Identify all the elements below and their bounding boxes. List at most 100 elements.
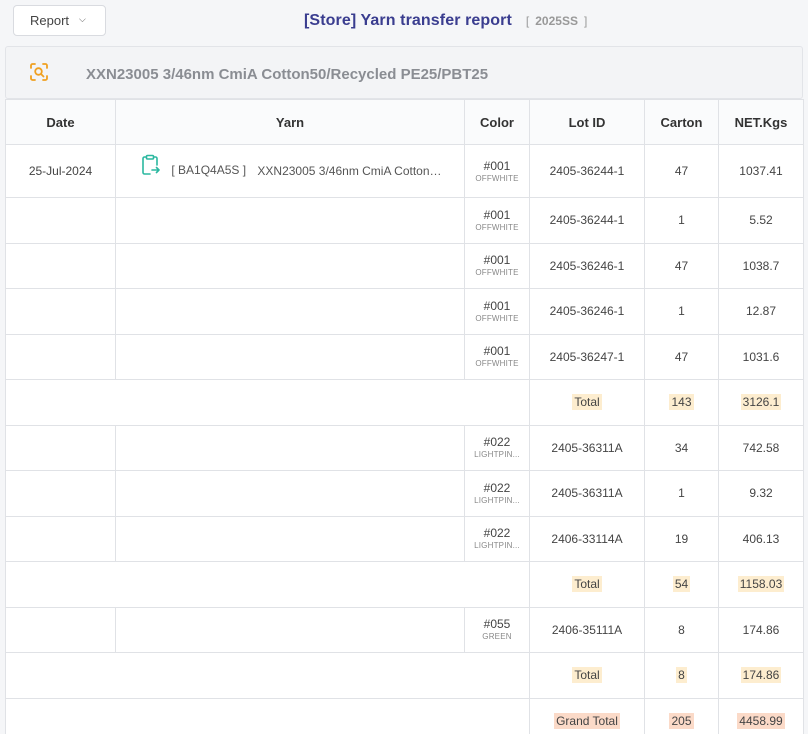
color-cell: #001 OFFWHITE bbox=[464, 242, 530, 289]
column-header-net-kgs[interactable]: NET.Kgs bbox=[718, 99, 804, 145]
chevron-down-icon: ⌵ bbox=[79, 14, 86, 24]
net-kgs-cell: 12.87 bbox=[718, 288, 804, 335]
yarn-cell bbox=[115, 424, 465, 471]
date-cell bbox=[5, 242, 116, 289]
transfer-table: Date Yarn Color Lot ID Carton NET.Kgs 25… bbox=[5, 99, 804, 734]
color-code: #022 bbox=[483, 526, 511, 541]
color-cell: #022 LIGHTPIN... bbox=[464, 515, 530, 562]
yarn-cell bbox=[115, 242, 465, 289]
report-button-label: Report bbox=[30, 13, 70, 28]
color-cell: #001 OFFWHITE bbox=[464, 333, 530, 380]
table-header-row: Date Yarn Color Lot ID Carton NET.Kgs bbox=[5, 99, 804, 145]
net-kgs-cell: 1031.6 bbox=[718, 333, 804, 380]
column-header-date[interactable]: Date bbox=[5, 99, 116, 145]
page-header: [Store] Yarn transfer report [2025SS] bbox=[304, 12, 593, 30]
table-row: #055 GREEN 2406-35111A 8 174.86 bbox=[5, 606, 804, 653]
color-cell: #055 GREEN bbox=[464, 606, 530, 653]
color-name: OFFWHITE bbox=[475, 173, 519, 183]
grand-total-label-cell: Grand Total bbox=[529, 697, 645, 734]
subtotal-kgs-cell: 174.86 bbox=[718, 652, 804, 699]
subtotal-kgs: 1158.03 bbox=[737, 576, 785, 593]
yarn-cell bbox=[115, 515, 465, 562]
yarn-cell bbox=[115, 333, 465, 380]
subtotal-carton: 143 bbox=[669, 394, 694, 411]
color-code: #001 bbox=[483, 207, 511, 222]
net-kgs-cell: 174.86 bbox=[718, 606, 804, 653]
color-cell: #001 OFFWHITE bbox=[464, 288, 530, 335]
column-header-lot-id[interactable]: Lot ID bbox=[529, 99, 645, 145]
subtotal-label-cell: Total bbox=[529, 561, 645, 608]
column-header-color[interactable]: Color bbox=[464, 99, 530, 145]
subtotal-carton-cell: 8 bbox=[644, 652, 719, 699]
grand-total-carton: 205 bbox=[669, 712, 694, 729]
yarn-title: XXN23005 3/46nm CmiA Cotton50/Recycled P… bbox=[86, 66, 489, 83]
subtotal-carton: 54 bbox=[672, 576, 691, 593]
yarn-cell: [ BA1Q4A5S ] XXN23005 3/46nm CmiA Cotton… bbox=[115, 144, 465, 198]
subtotal-row: Total 54 1158.03 bbox=[5, 561, 804, 608]
table-row: #022 LIGHTPIN... 2405-36311A 1 9.32 bbox=[5, 470, 804, 517]
carton-cell: 1 bbox=[644, 197, 719, 244]
color-code: #001 bbox=[483, 253, 511, 268]
date-cell bbox=[5, 288, 116, 335]
grand-total-carton-cell: 205 bbox=[644, 697, 719, 734]
grand-total-label: Grand Total bbox=[554, 712, 620, 729]
net-kgs-cell: 5.52 bbox=[718, 197, 804, 244]
subtotal-label-cell: Total bbox=[529, 652, 645, 699]
carton-cell: 47 bbox=[644, 333, 719, 380]
yarn-code: [ BA1Q4A5S ] bbox=[171, 163, 247, 178]
color-cell: #022 LIGHTPIN... bbox=[464, 424, 530, 471]
grand-total-kgs-cell: 4458.99 bbox=[718, 697, 804, 734]
color-code: #001 bbox=[483, 344, 511, 359]
subtotal-kgs: 174.86 bbox=[740, 667, 782, 684]
yarn-description: XXN23005 3/46nm CmiA Cotton50/Recycled P… bbox=[257, 164, 443, 178]
report-dropdown-button[interactable]: Report ⌵ bbox=[13, 5, 106, 36]
carton-cell: 8 bbox=[644, 606, 719, 653]
clipboard-transfer-icon[interactable] bbox=[140, 154, 160, 176]
yarn-cell bbox=[115, 606, 465, 653]
lot-id-cell: 2405-36244-1 bbox=[529, 197, 645, 244]
carton-cell: 47 bbox=[644, 242, 719, 289]
date-cell bbox=[5, 197, 116, 244]
color-name: OFFWHITE bbox=[475, 359, 519, 369]
subtotal-carton-cell: 54 bbox=[644, 561, 719, 608]
season-badge: [2025SS] bbox=[525, 14, 588, 28]
scan-search-icon[interactable] bbox=[29, 62, 49, 82]
subtotal-row: Total 143 3126.1 bbox=[5, 379, 804, 426]
net-kgs-cell: 1038.7 bbox=[718, 242, 804, 289]
subtotal-label: Total bbox=[572, 576, 602, 593]
table-row: #022 LIGHTPIN... 2406-33114A 19 406.13 bbox=[5, 515, 804, 562]
subtotal-spacer bbox=[5, 379, 530, 426]
table-row: #001 OFFWHITE 2405-36246-1 47 1038.7 bbox=[5, 242, 804, 289]
color-name: OFFWHITE bbox=[475, 313, 519, 323]
net-kgs-cell: 742.58 bbox=[718, 424, 804, 471]
table-row: #022 LIGHTPIN... 2405-36311A 34 742.58 bbox=[5, 424, 804, 471]
grand-total-row: Grand Total 205 4458.99 bbox=[5, 697, 804, 734]
table-row: 25-Jul-2024 [ BA1Q4A5S ] XXN23005 3/46nm… bbox=[5, 144, 804, 198]
transfer-table-container: Date Yarn Color Lot ID Carton NET.Kgs 25… bbox=[5, 99, 804, 734]
grand-total-kgs: 4458.99 bbox=[737, 712, 785, 729]
color-code: #055 bbox=[483, 617, 511, 632]
color-name: OFFWHITE bbox=[475, 222, 519, 232]
carton-cell: 34 bbox=[644, 424, 719, 471]
subtotal-kgs-cell: 1158.03 bbox=[718, 561, 804, 608]
table-row: #001 OFFWHITE 2405-36246-1 1 12.87 bbox=[5, 288, 804, 335]
carton-cell: 47 bbox=[644, 144, 719, 198]
column-header-carton[interactable]: Carton bbox=[644, 99, 719, 145]
color-code: #022 bbox=[483, 480, 511, 495]
lot-id-cell: 2405-36311A bbox=[529, 470, 645, 517]
subtotal-label: Total bbox=[572, 667, 602, 684]
color-cell: #001 OFFWHITE bbox=[464, 144, 530, 198]
color-code: #022 bbox=[483, 435, 511, 450]
date-cell bbox=[5, 424, 116, 471]
color-code: #001 bbox=[483, 158, 511, 173]
yarn-panel: XXN23005 3/46nm CmiA Cotton50/Recycled P… bbox=[5, 46, 803, 99]
lot-id-cell: 2405-36244-1 bbox=[529, 144, 645, 198]
color-name: LIGHTPIN... bbox=[474, 450, 520, 460]
subtotal-carton-cell: 143 bbox=[644, 379, 719, 426]
net-kgs-cell: 1037.41 bbox=[718, 144, 804, 198]
net-kgs-cell: 406.13 bbox=[718, 515, 804, 562]
date-cell bbox=[5, 470, 116, 517]
date-cell bbox=[5, 333, 116, 380]
column-header-yarn[interactable]: Yarn bbox=[115, 99, 465, 145]
date-cell bbox=[5, 606, 116, 653]
